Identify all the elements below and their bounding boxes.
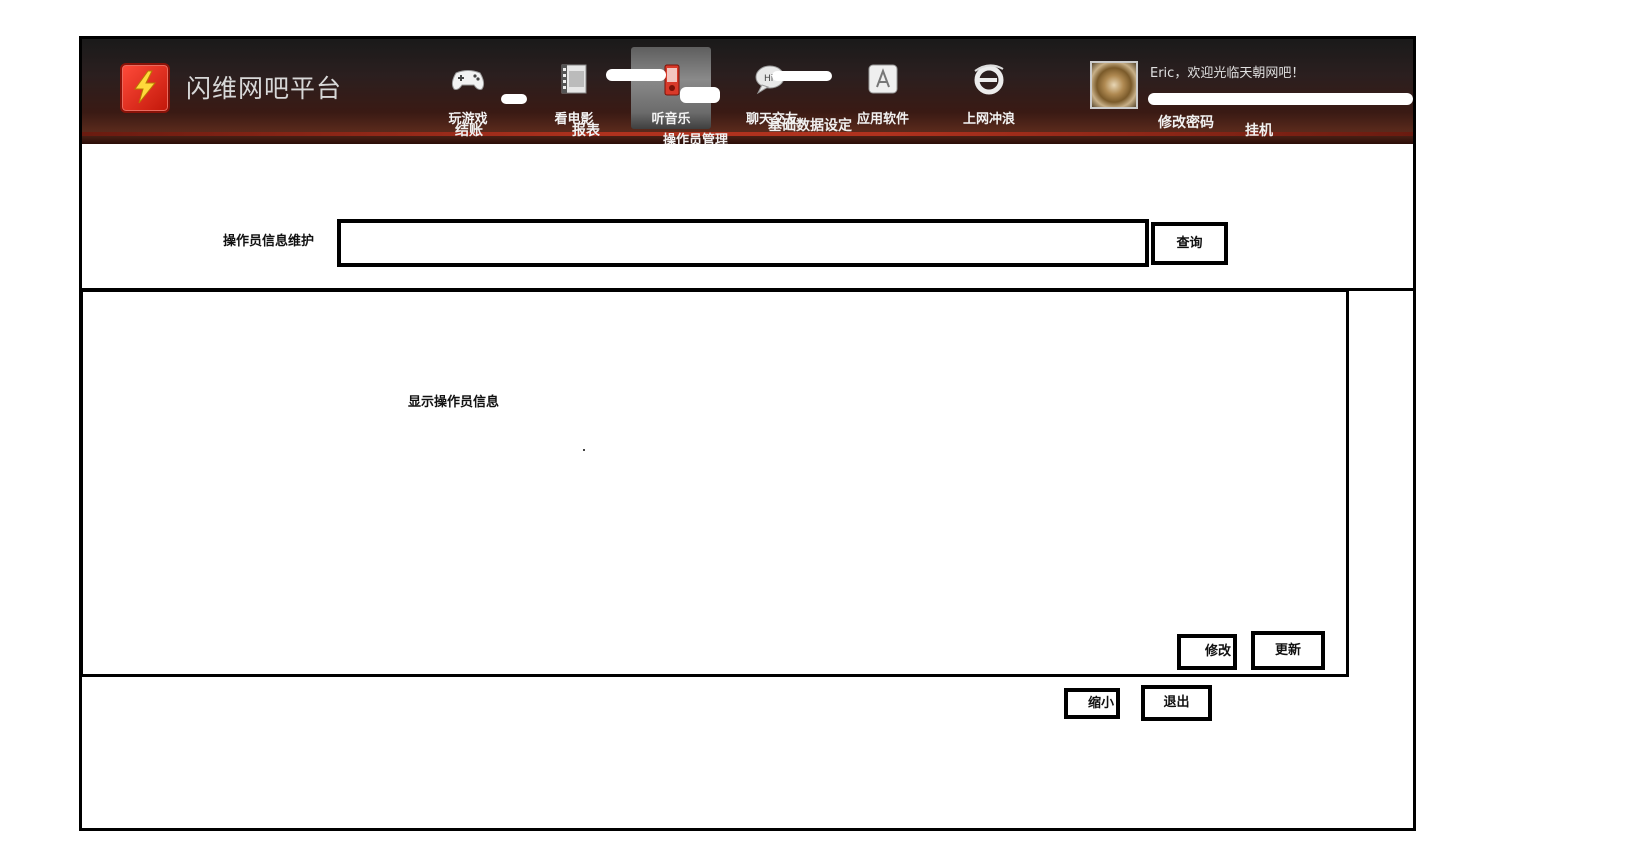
scribble-mark — [501, 94, 527, 104]
scribble-mark — [772, 71, 832, 81]
nav-item-label: 听音乐 — [651, 112, 691, 127]
menu-basic-data[interactable]: 基础数据设定 — [768, 115, 852, 135]
app-store-icon — [868, 64, 898, 94]
stray-dot — [583, 449, 585, 451]
nav-item-browse[interactable]: 上网冲浪 — [949, 47, 1029, 129]
avatar-coffee-icon[interactable] — [1090, 61, 1138, 109]
operator-search-input[interactable] — [337, 219, 1149, 267]
nav-item-games[interactable]: 玩游戏 — [428, 47, 508, 129]
update-button[interactable]: 更新 — [1251, 631, 1325, 670]
operator-maintenance-label: 操作员信息维护 — [223, 234, 315, 249]
header-accent-band — [82, 132, 1413, 136]
nav-item-movies[interactable]: 看电影 — [534, 47, 614, 129]
operator-info-panel — [79, 289, 1349, 677]
menu-report[interactable]: 报表 — [572, 120, 600, 140]
scribble-mark — [680, 87, 720, 103]
lightning-icon — [120, 63, 170, 113]
menu-operator-manage[interactable]: 操作员管理 — [663, 129, 728, 144]
film-icon — [561, 64, 587, 94]
scribble-mark — [1148, 93, 1413, 105]
top-navigation-bar: 闪维网吧平台 玩游戏 看电影 听音乐 Hi 聊天交友 应用软件 上网冲浪 Eri… — [82, 39, 1413, 144]
menu-checkout[interactable]: 结账 — [455, 120, 483, 140]
ie-browser-icon — [974, 64, 1004, 95]
operator-info-label: 显示操作员信息 — [408, 395, 500, 410]
nav-item-label: 上网冲浪 — [962, 112, 1015, 127]
exit-button[interactable]: 退出 — [1141, 685, 1212, 721]
menu-change-password[interactable]: 修改密码 — [1158, 112, 1214, 132]
query-button[interactable]: 查询 — [1151, 222, 1228, 265]
scribble-mark — [606, 69, 666, 81]
gamepad-icon — [451, 70, 485, 90]
modify-button[interactable]: 修改 — [1177, 634, 1237, 670]
operator-maintenance-panel — [82, 144, 1413, 291]
menu-hang-up[interactable]: 挂机 — [1245, 120, 1273, 140]
welcome-text: Eric，欢迎光临天朝网吧！ — [1150, 66, 1305, 81]
nav-item-label: 应用软件 — [856, 112, 909, 127]
app-title: 闪维网吧平台 — [186, 74, 343, 103]
nav-item-apps[interactable]: 应用软件 — [843, 47, 923, 129]
minimize-button[interactable]: 缩小 — [1064, 688, 1120, 719]
